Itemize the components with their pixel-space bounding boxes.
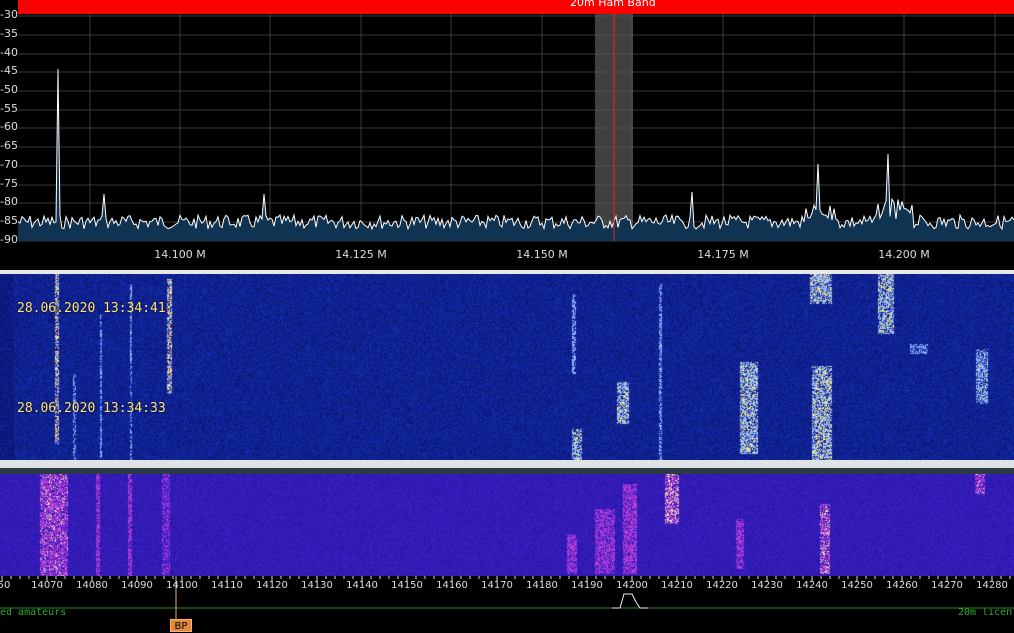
frequency-tick-label: 14.150 M bbox=[516, 248, 568, 261]
scale-label: 14270 bbox=[931, 580, 963, 591]
scale-label: 14130 bbox=[301, 580, 333, 591]
panel-divider[interactable] bbox=[0, 460, 1014, 468]
db-tick-label: -65 bbox=[0, 139, 18, 152]
db-tick-label: -35 bbox=[0, 27, 18, 40]
scale-label: 14180 bbox=[526, 580, 558, 591]
scale-label: 14250 bbox=[841, 580, 873, 591]
timestamp-label: 28.06.2020 13:34:33 bbox=[17, 401, 166, 416]
band-header: 20m Ham Band bbox=[18, 0, 1014, 14]
frequency-tick-label: 14.200 M bbox=[878, 248, 930, 261]
db-tick-label: -55 bbox=[0, 102, 18, 115]
scale-label: 14220 bbox=[706, 580, 738, 591]
spectrum-trace bbox=[17, 68, 1014, 231]
frequency-scale[interactable]: 50 14070 14080 14090 14100 14110 14120 14130 141… bbox=[0, 576, 1014, 632]
spectrum-panel[interactable]: -30 -35 -40 -45 -50 -55 -60 -65 -70 -75 -80 -85 -90 … bbox=[0, 8, 1014, 274]
db-tick-label: -50 bbox=[0, 83, 18, 96]
scale-label: 14240 bbox=[796, 580, 828, 591]
band-plan-label-left: ed amateurs bbox=[0, 607, 67, 618]
scale-label: 14100 bbox=[166, 580, 198, 591]
scale-label: 14110 bbox=[211, 580, 243, 591]
waterfall-display[interactable]: 28.06.2020 13:34:41 28.06.2020 13:34:33 bbox=[0, 274, 1014, 460]
db-tick-label: -40 bbox=[0, 46, 18, 59]
db-tick-label: -30 bbox=[0, 8, 18, 21]
frequency-tick-label: 14.100 M bbox=[154, 248, 206, 261]
bandpass-marker[interactable]: BP bbox=[170, 619, 192, 632]
secondary-waterfall-canvas[interactable] bbox=[0, 474, 1014, 576]
scale-label: 14120 bbox=[256, 580, 288, 591]
scale-label: 14280 bbox=[976, 580, 1008, 591]
db-tick-label: -90 bbox=[0, 233, 18, 246]
scale-label: 14160 bbox=[436, 580, 468, 591]
db-tick-label: -75 bbox=[0, 177, 18, 190]
scale-label: 14070 bbox=[31, 580, 63, 591]
scale-label: 14090 bbox=[121, 580, 153, 591]
spectrum-plot[interactable] bbox=[0, 14, 1014, 270]
band-plan-label-right: 20m licen bbox=[958, 607, 1013, 618]
scale-label: 14150 bbox=[391, 580, 423, 591]
spectrum-fill bbox=[18, 69, 1014, 241]
timestamp-label: 28.06.2020 13:34:41 bbox=[17, 301, 166, 316]
db-tick-label: -85 bbox=[0, 214, 18, 227]
db-tick-label: -45 bbox=[0, 64, 18, 77]
secondary-waterfall[interactable] bbox=[0, 474, 1014, 576]
scale-label: 14170 bbox=[481, 580, 513, 591]
scale-label: 14260 bbox=[886, 580, 918, 591]
db-tick-label: -60 bbox=[0, 120, 18, 133]
scale-label: 14210 bbox=[661, 580, 693, 591]
frequency-tick-label: 14.125 M bbox=[335, 248, 387, 261]
filter-shape-icon[interactable] bbox=[612, 593, 648, 609]
scale-label: 14080 bbox=[76, 580, 108, 591]
scale-label: 14200 bbox=[616, 580, 648, 591]
scale-label: 14230 bbox=[751, 580, 783, 591]
frequency-tick-label: 14.175 M bbox=[697, 248, 749, 261]
scale-label: 14140 bbox=[346, 580, 378, 591]
scale-label: 50 bbox=[0, 580, 11, 591]
scale-label: 14190 bbox=[571, 580, 603, 591]
db-tick-label: -80 bbox=[0, 195, 18, 208]
db-tick-label: -70 bbox=[0, 158, 18, 171]
band-title: 20m Ham Band bbox=[570, 0, 656, 9]
